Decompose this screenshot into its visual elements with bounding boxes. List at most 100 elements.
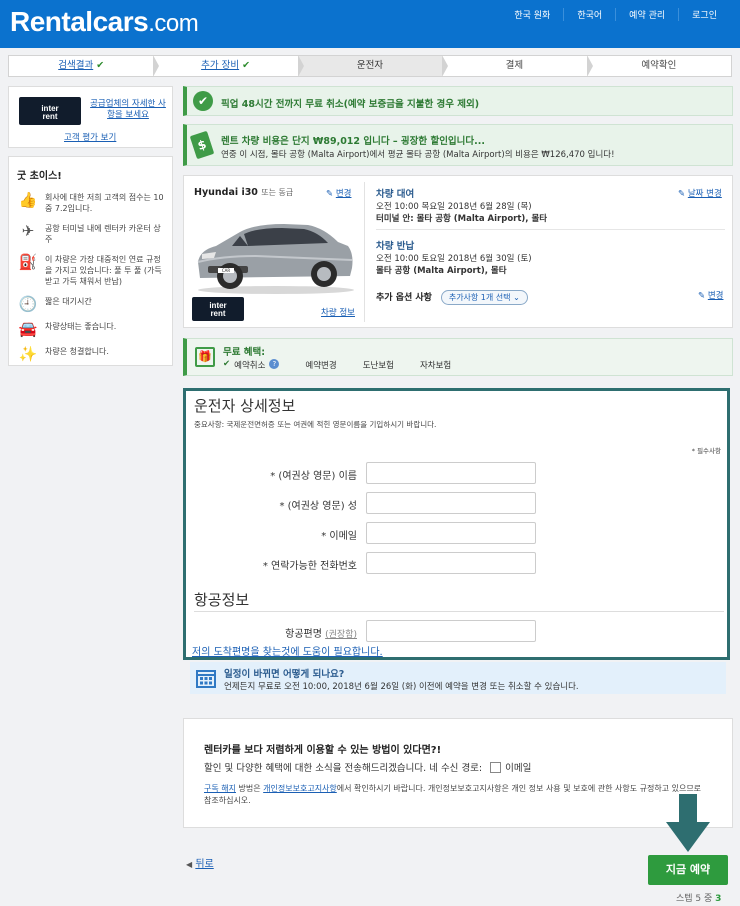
newsletter-title: 렌터카를 보다 저렴하게 이용할 수 있는 방법이 있다면?! (204, 745, 442, 756)
car-summary-card: Hyundai i30 또는 동급 ✎ 변경 CAR inter rent 차량… (183, 175, 733, 328)
info-icon[interactable]: ? (269, 359, 280, 369)
step-label: 운전자 (356, 60, 384, 71)
extras-pill[interactable]: 추가사항 1개 선택 ⌄ (440, 290, 528, 305)
flight-number-input[interactable] (366, 620, 536, 642)
plan-change-title: 일정이 바뀌면 어떻게 되나요? (224, 669, 345, 680)
back-link[interactable]: ◀ 뒤로 (186, 855, 214, 870)
reviews-link[interactable]: 고객 평가 보기 (64, 131, 116, 143)
language-menu[interactable]: 한국어 (563, 7, 615, 21)
supplier-logo-bottom: rent (210, 309, 226, 318)
change-dates-label[interactable]: 날짜 변경 (688, 189, 722, 199)
check-icon: ✔ (223, 359, 231, 369)
supplier-logo: inter rent (19, 97, 81, 125)
unsubscribe-link[interactable]: 구독 해지 (204, 784, 236, 793)
supplier-logo-bottom: rent (42, 112, 58, 121)
manage-booking-link[interactable]: 예약 관리 (615, 7, 678, 21)
list-item: ✨ 차량은 청결합니다. (17, 346, 164, 362)
change-dates-link[interactable]: ✎ 날짜 변경 (678, 187, 722, 199)
car-name: Hyundai i30 (194, 187, 258, 198)
extras-change-link[interactable]: ✎ 변경 (698, 289, 723, 301)
divider (376, 229, 725, 230)
step-driver: 운전자 (297, 55, 449, 77)
first-name-input[interactable] (366, 462, 536, 484)
benefit-item: 자차보험 (419, 361, 452, 371)
benefit-item: 도난보험 (362, 361, 394, 371)
free-benefits-title: 무료 혜택: (223, 347, 266, 358)
benefit-item: 예약취소 (234, 361, 266, 371)
divider (194, 611, 724, 612)
login-link[interactable]: 로그인 (678, 7, 730, 21)
good-choice-title: 굿 초이스! (17, 171, 62, 182)
logo-text: Rentalcars (10, 6, 149, 37)
privacy-link[interactable]: 개인정보보호고지사항 (263, 784, 337, 793)
flight-help-link[interactable]: 저의 도착편명을 찾는것에 도움이 필요합니다. (192, 643, 383, 658)
free-cancel-text: 픽업 48시간 전까지 무료 취소(예약 보증금을 지불한 경우 제외) (221, 99, 480, 110)
car-change-link[interactable]: ✎ 변경 (326, 187, 351, 199)
step-extras[interactable]: 추가 장비 ✔ (153, 55, 305, 77)
arrow-down-icon (666, 794, 710, 852)
divider (364, 182, 365, 322)
price-notice: $ 렌트 차량 비용은 단지 ₩89,012 입니다 – 굉장한 할인입니다..… (183, 124, 733, 166)
gift-icon: 🎁 (195, 347, 215, 367)
chevron-down-icon: ⌄ (513, 293, 520, 302)
pickup-datetime: 오전 10:00 목요일 2018년 6월 28일 (목) (376, 202, 532, 212)
list-item-text: 차량상태는 좋습니다. (45, 322, 117, 331)
step-label: 예약확인 (641, 60, 677, 71)
return-title: 차량 반납 (376, 241, 415, 252)
step-label[interactable]: 검색결과 (58, 60, 93, 71)
list-item-text: 회사에 대한 저희 고객의 점수는 10 중 7.2입니다. (45, 193, 164, 213)
last-name-input[interactable] (366, 492, 536, 514)
car-or-similar: 또는 동급 (261, 188, 294, 197)
list-item: ⛽ 이 차량은 가장 대중적인 연료 규정을 가지고 있습니다: 풀 투 풀 (가… (17, 254, 164, 287)
email-input[interactable] (366, 522, 536, 544)
thumbs-up-icon: 👍 (18, 191, 38, 209)
driver-details-title: 운전자 상세정보 (194, 397, 296, 415)
price-tag-icon: $ (189, 130, 215, 160)
car-image: CAR (197, 224, 354, 294)
email-optin-label[interactable]: 이메일 (505, 760, 531, 774)
extras-label: 추가 옵션 사항 (376, 293, 432, 303)
site-logo[interactable]: Rentalcars.com (10, 6, 199, 38)
plan-change-box: 일정이 바뀌면 어떻게 되나요? 언제든지 무료로 오전 10:00, 2018… (190, 662, 726, 694)
progress-steps: 검색결과 ✔ 추가 장비 ✔ 운전자 결제 예약확인 (8, 55, 732, 77)
list-item-text: 이 차량은 가장 대중적인 연료 규정을 가지고 있습니다: 풀 투 풀 (가득… (45, 255, 162, 286)
list-item: 🚘 차량상태는 좋습니다. (17, 321, 164, 337)
flight-number-label-text: 항공편명 (285, 629, 322, 640)
top-nav: 한국 원화 한국어 예약 관리 로그인 (501, 0, 730, 28)
back-label[interactable]: 뒤로 (195, 859, 213, 870)
pickup-title: 차량 대여 (376, 189, 415, 200)
step-label[interactable]: 추가 장비 (201, 60, 239, 71)
book-now-button[interactable]: 지금 예약 (648, 855, 728, 885)
rental-terms-link[interactable]: 차량 정보 (321, 306, 355, 318)
edit-icon: ✎ (678, 189, 686, 199)
check-icon: ✔ (242, 60, 251, 71)
step-counter-current: 3 (715, 894, 722, 904)
good-choice-list: 👍 회사에 대한 저희 고객의 점수는 10 중 7.2입니다. ✈ 공항 터미널 … (17, 192, 164, 362)
last-name-label: * (여권상 영문) 성 (279, 501, 357, 512)
email-optin-checkbox[interactable] (490, 761, 502, 773)
free-benefits-list: ✔ 예약취소 ? 예약변경 도난보험 자차보험 (223, 359, 451, 371)
step-search-results[interactable]: 검색결과 ✔ (9, 55, 160, 77)
extras-change-label[interactable]: 변경 (708, 291, 724, 301)
car-change-label[interactable]: 변경 (336, 189, 352, 199)
list-item: ✈ 공항 터미널 내에 렌터카 카운터 상주 (17, 223, 164, 245)
driver-details-note: 중요사항: 국제운전면허증 또는 여권에 적힌 영문이름을 기입하시기 바랍니다… (194, 420, 437, 429)
return-place: 몰타 공항 (Malta Airport), 몰타 (376, 266, 507, 276)
triangle-left-icon: ◀ (186, 860, 193, 869)
return-datetime: 오전 10:00 토요일 2018년 6월 30일 (토) (376, 254, 532, 264)
step-confirmation: 예약확인 (587, 56, 731, 76)
logo-tld: .com (148, 10, 199, 37)
price-notice-title: 렌트 차량 비용은 단지 ₩89,012 입니다 – 굉장한 할인입니다... (221, 136, 485, 147)
check-circle-icon: ✔ (193, 91, 213, 111)
flight-recommended-text: (권장함) (325, 630, 357, 640)
phone-label: * 연락가능한 전화번호 (262, 561, 357, 572)
supplier-details-link[interactable]: 공급업체의 자세한 사항을 보세요 (89, 99, 167, 121)
currency-menu[interactable]: 한국 원화 (501, 8, 563, 21)
phone-input[interactable] (366, 552, 536, 574)
edit-icon: ✎ (698, 291, 706, 301)
check-icon: ✔ (96, 60, 105, 71)
clock-icon: 🕘 (18, 295, 38, 313)
calendar-icon (196, 670, 216, 688)
list-item: 👍 회사에 대한 저희 고객의 점수는 10 중 7.2입니다. (17, 192, 164, 214)
flight-info-title: 항공정보 (194, 591, 250, 609)
